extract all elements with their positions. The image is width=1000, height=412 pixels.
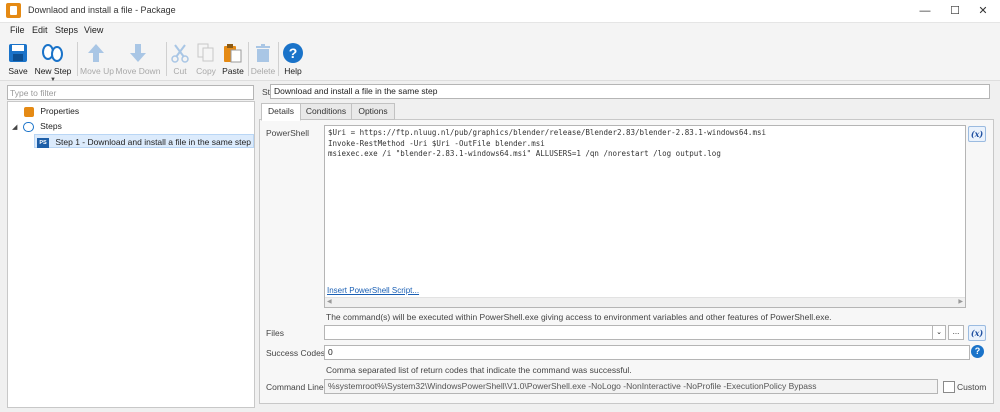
command-line-label: Command Line [266,382,324,392]
tab-conditions[interactable]: Conditions [300,103,352,120]
cut-label: Cut [173,66,187,76]
title-bar: Downlaod and install a file - Package — … [0,0,1000,23]
tree-item-label: Step 1 - Download and install a file in … [55,137,251,147]
success-codes-label: Success Codes [266,348,326,358]
command-line-value: %systemroot%\System32\WindowsPowerShell\… [328,381,817,391]
save-label: Save [8,66,28,76]
arrow-down-icon [130,44,146,62]
files-label: Files [266,328,284,338]
success-codes-field[interactable]: 0 [324,345,970,360]
svg-text:?: ? [289,45,298,61]
scissors-icon [171,44,189,63]
files-field[interactable] [324,325,934,340]
copy-button[interactable]: Copy [193,40,219,78]
menu-steps[interactable]: Steps [55,25,78,35]
paste-label: Paste [222,66,244,76]
trash-icon [256,44,270,62]
move-down-button[interactable]: Move Down [114,40,162,78]
cut-button[interactable]: Cut [169,40,191,78]
filter-input[interactable] [10,86,248,99]
new-step-button[interactable]: New Step ▼ [34,40,72,83]
save-icon [9,44,27,62]
menu-edit[interactable]: Edit [32,25,48,35]
save-button[interactable]: Save [4,40,32,78]
powershell-hint: The command(s) will be executed within P… [326,312,832,322]
chevron-down-icon: ⌄ [936,329,942,336]
clipboard-icon [224,44,242,63]
step-title-value: Download and install a file in the same … [274,86,438,96]
chevron-down-icon: ▼ [50,77,56,83]
help-label: Help [284,66,302,76]
close-button[interactable]: ✕ [968,0,998,22]
toolbar-separator [248,42,249,76]
custom-checkbox[interactable] [943,381,955,393]
tree-item-step-1[interactable]: PS Step 1 - Download and install a file … [34,134,254,148]
maximize-button[interactable]: ☐ [940,0,970,22]
footprints-icon [22,121,34,132]
paste-button[interactable]: Paste [220,40,246,78]
properties-icon [24,106,34,117]
success-codes-hint: Comma separated list of return codes tha… [326,365,632,375]
new-step-label: New Step [34,66,72,76]
tree-item-label: Properties [40,106,80,116]
toolbar: Save New Step ▼ Move Up Move Down Cut Co… [0,38,1000,83]
insert-script-link[interactable]: Insert PowerShell Script... [327,286,419,295]
browse-label: ... [952,327,960,336]
copy-icon [197,43,214,62]
delete-button[interactable]: Delete [250,40,276,78]
move-up-button[interactable]: Move Up [80,40,115,78]
footprints-icon [42,44,63,62]
horizontal-scrollbar[interactable]: ◀ ▶ [325,297,965,307]
toolbar-separator [166,42,167,76]
scroll-left-icon[interactable]: ◀ [327,298,332,305]
powershell-code[interactable]: $Uri = https://ftp.nluug.nl/pub/graphics… [328,128,766,160]
powershell-icon: PS [37,137,49,148]
tree-item-label: Steps [40,121,62,131]
delete-label: Delete [250,66,276,76]
arrow-up-icon [88,44,104,62]
powershell-label: PowerShell [266,128,309,138]
scroll-right-icon[interactable]: ▶ [958,298,963,305]
move-up-label: Move Up [80,66,115,76]
powershell-variable-button[interactable]: (x) [968,126,986,142]
move-down-label: Move Down [115,66,161,76]
filter-field [7,85,254,100]
toolbar-separator [278,42,279,76]
help-icon[interactable]: ? [971,345,984,358]
help-icon: ? [283,43,303,63]
step-title-field[interactable]: Download and install a file in the same … [270,84,990,99]
success-codes-value: 0 [328,347,333,357]
help-button[interactable]: ? Help [281,40,305,78]
powershell-editor[interactable]: $Uri = https://ftp.nluug.nl/pub/graphics… [324,125,966,308]
custom-label: Custom [957,382,987,392]
files-browse-button[interactable]: ... [948,325,964,340]
command-line-field[interactable]: %systemroot%\System32\WindowsPowerShell\… [324,379,938,394]
tab-options[interactable]: Options [351,103,395,120]
tree-item-steps[interactable]: ◢ Steps [12,119,62,133]
minimize-button[interactable]: — [910,0,940,22]
menu-view[interactable]: View [84,25,103,35]
steps-tree: Properties ◢ Steps PS Step 1 - Download … [7,101,255,408]
menu-bar: File Edit Steps View [0,23,1000,38]
app-icon [6,3,21,18]
window-title: Downlaod and install a file - Package [28,5,176,15]
toolbar-separator [77,42,78,76]
collapse-arrow-icon: ◢ [12,124,18,131]
copy-label: Copy [196,66,216,76]
tree-item-properties[interactable]: Properties [24,104,79,118]
files-dropdown-button[interactable]: ⌄ [932,325,946,340]
files-variable-button[interactable]: (x) [968,325,986,341]
tab-details[interactable]: Details [261,103,301,121]
menu-file[interactable]: File [10,25,25,35]
